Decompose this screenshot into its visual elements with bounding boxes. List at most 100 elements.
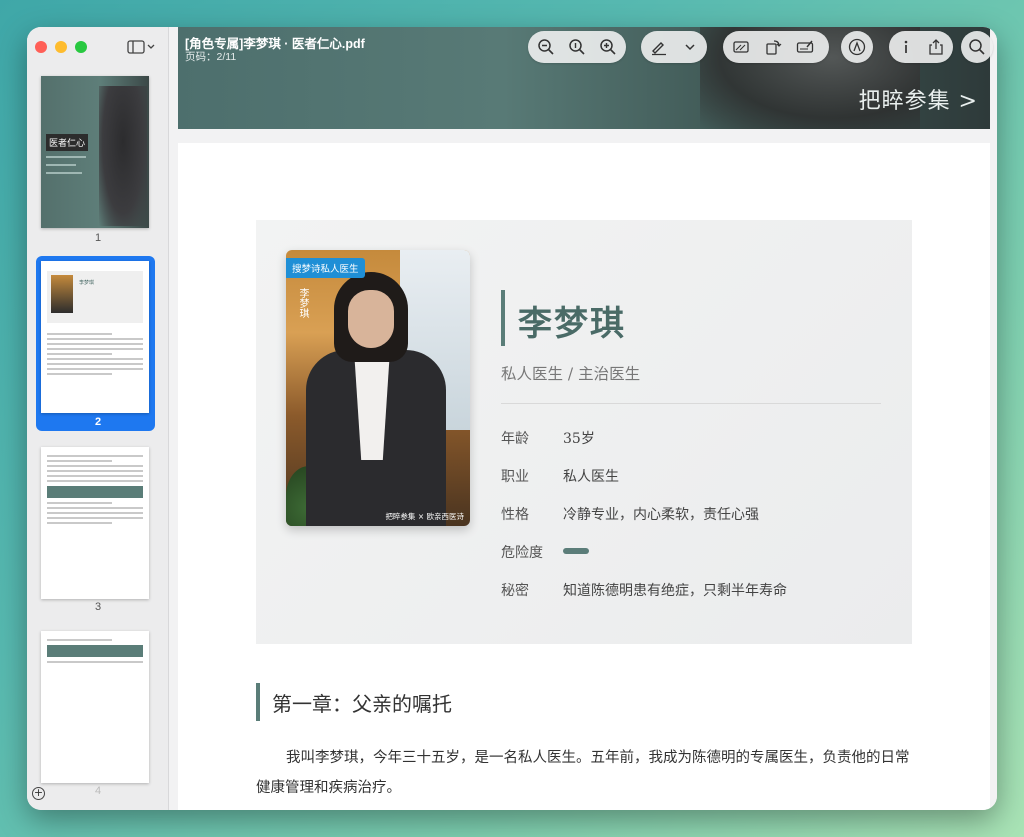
attribute-key: 职业 <box>501 469 529 485</box>
crop-icon[interactable] <box>729 35 753 59</box>
page-thumbnail-2[interactable]: 李梦琪 <box>41 261 149 413</box>
sidebar-toggle-icon[interactable] <box>127 39 157 55</box>
thumb-line <box>46 172 82 174</box>
thumb-line <box>47 343 143 345</box>
thumb-line <box>47 353 112 355</box>
info-icon[interactable] <box>895 35 917 59</box>
risk-level-bar <box>563 548 589 554</box>
attribute-row: 性格 冷静专业，内心柔软，责任心强 <box>501 504 759 524</box>
attribute-key: 性格 <box>501 507 529 523</box>
share-icon[interactable] <box>925 35 947 59</box>
thumb-photo <box>51 275 73 313</box>
add-page-button[interactable]: + <box>32 787 45 800</box>
photo-footer: 把睟参集 × 欧亲西医诗 <box>385 512 464 521</box>
chapter-accent-bar <box>256 683 260 721</box>
photo-badge: 搜梦诗私人医生 <box>286 258 365 278</box>
markup-pen-group <box>641 31 707 63</box>
thumb-line <box>47 348 143 350</box>
attribute-row: 职业 私人医生 <box>501 466 619 486</box>
page-thumbnail-4[interactable] <box>41 631 149 783</box>
thumb-line <box>47 475 143 477</box>
thumb-line <box>47 470 143 472</box>
form-sign-icon[interactable] <box>793 35 817 59</box>
page-thumbnail-3[interactable] <box>41 447 149 599</box>
attribute-key: 危险度 <box>501 545 543 561</box>
attribute-key: 秘密 <box>501 583 529 599</box>
thumb-line <box>47 480 143 482</box>
thumb-line <box>47 363 143 365</box>
page-number-1: 1 <box>94 232 102 244</box>
info-share-group <box>889 31 953 63</box>
rotate-icon[interactable] <box>761 35 785 59</box>
attribute-row: 秘密 知道陈德明患有绝症，只剩半年寿命 <box>501 580 787 600</box>
pdf-page-2: 搜梦诗私人医生 李梦琪 把睟参集 × 欧亲西医诗 李梦琪 私人医生 / 主治医生… <box>178 143 990 810</box>
photo-face <box>348 290 394 348</box>
thumbnail-sidebar: 医者仁心 1 李梦琪 2 3 4 + <box>27 27 169 810</box>
thumb-line <box>47 522 112 524</box>
attribute-value: 知道陈德明患有绝症，只剩半年寿命 <box>563 583 787 599</box>
chapter-title: 第一章：父亲的嘱托 <box>272 692 452 716</box>
page-number-2: 2 <box>94 416 102 428</box>
chapter-paragraph: 我叫李梦琪，今年三十五岁，是一名私人医生。五年前，我成为陈德明的专属医生，负责他… <box>256 750 910 796</box>
profile-divider <box>501 403 881 404</box>
actual-size-icon[interactable] <box>565 35 588 59</box>
annotate-group <box>841 31 873 63</box>
zoom-button[interactable] <box>75 41 87 53</box>
character-role: 私人医生 / 主治医生 <box>501 365 641 383</box>
banner-link-text: 把睟参集 > <box>858 89 978 114</box>
thumb-line <box>47 661 143 663</box>
minimize-button[interactable] <box>55 41 67 53</box>
zoom-in-icon[interactable] <box>597 35 620 59</box>
character-photo: 搜梦诗私人医生 李梦琪 把睟参集 × 欧亲西医诗 <box>286 250 470 526</box>
thumb-line <box>47 502 112 504</box>
zoom-out-icon[interactable] <box>534 35 557 59</box>
thumb-text-lines <box>41 333 149 375</box>
attribute-key: 年龄 <box>501 431 529 447</box>
character-profile-card: 搜梦诗私人医生 李梦琪 把睟参集 × 欧亲西医诗 李梦琪 私人医生 / 主治医生… <box>256 220 912 644</box>
window-controls <box>35 41 87 53</box>
thumb-block <box>47 645 143 657</box>
thumb-line <box>47 639 112 641</box>
thumb-line <box>46 156 86 158</box>
thumb-line <box>47 358 143 360</box>
pdf-viewer-window: 医者仁心 1 李梦琪 2 3 4 + 把睟参集 > [角色专属]李梦琪 · 医者… <box>27 27 997 810</box>
page-indicator: 页码：2/11 <box>185 51 237 63</box>
chevron-down-icon[interactable] <box>678 35 701 59</box>
attribute-value: 私人医生 <box>563 469 619 485</box>
search-icon[interactable] <box>965 35 989 59</box>
thumb-line <box>47 512 143 514</box>
name-accent-bar <box>501 290 505 346</box>
thumb-line <box>47 507 143 509</box>
attribute-value: 冷静专业，内心柔软，责任心强 <box>563 507 759 523</box>
thumb-line <box>47 460 112 462</box>
thumb-line <box>47 465 143 467</box>
character-name: 李梦琪 <box>518 304 626 344</box>
thumb-line <box>46 164 76 166</box>
photo-vertical-text: 李梦琪 <box>297 288 308 318</box>
thumb-line <box>47 333 112 335</box>
zoom-toolbar-group <box>528 31 626 63</box>
attribute-value: 35岁 <box>563 431 595 447</box>
markup-icon[interactable] <box>845 35 869 59</box>
thumb-line <box>47 338 143 340</box>
thumb-block <box>47 486 143 498</box>
attribute-row: 危险度 <box>501 542 589 562</box>
thumb-text-lines <box>41 639 149 663</box>
page-number-3: 3 <box>94 601 102 613</box>
thumb-text-lines <box>41 455 149 524</box>
page-thumbnail-1[interactable]: 医者仁心 <box>41 76 149 228</box>
search-group <box>961 31 993 63</box>
thumb-figure <box>99 86 147 226</box>
thumb-line <box>47 517 143 519</box>
thumb-title: 医者仁心 <box>46 134 89 151</box>
page-number-4: 4 <box>94 785 102 797</box>
attribute-row: 年龄 35岁 <box>501 428 595 448</box>
thumb-name: 李梦琪 <box>79 280 95 286</box>
document-area: 把睟参集 > [角色专属]李梦琪 · 医者仁心.pdf 页码：2/11 搜梦诗私… <box>169 27 997 810</box>
highlight-pen-icon[interactable] <box>647 35 670 59</box>
edit-toolbar-group <box>723 31 829 63</box>
close-button[interactable] <box>35 41 47 53</box>
thumb-line <box>47 368 143 370</box>
thumb-line <box>47 455 143 457</box>
thumb-card: 李梦琪 <box>47 271 143 323</box>
